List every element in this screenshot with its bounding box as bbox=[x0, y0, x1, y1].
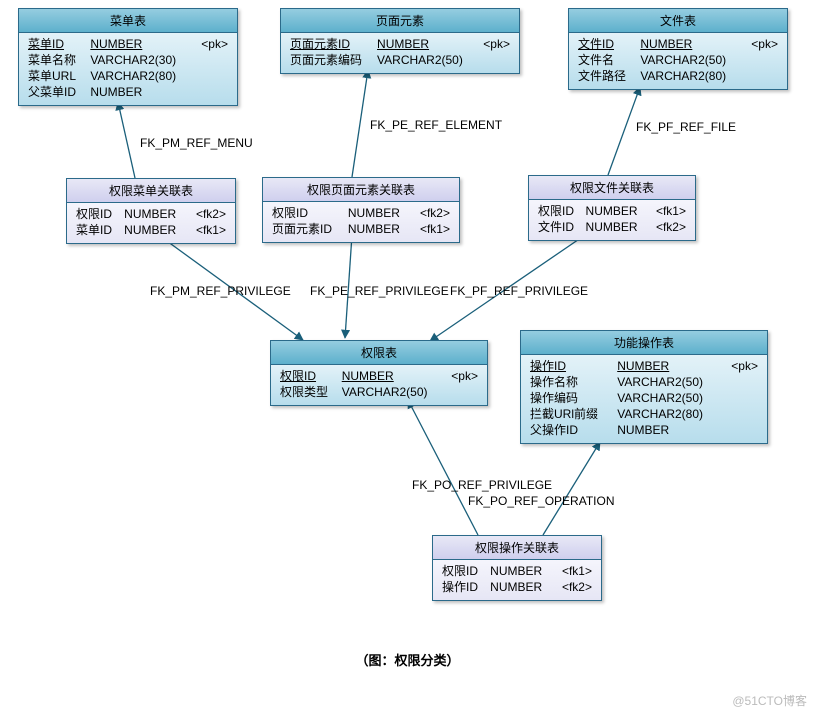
fk-label: FK_PO_REF_OPERATION bbox=[468, 494, 614, 508]
fk-label: FK_PO_REF_PRIVILEGE bbox=[412, 478, 552, 492]
fk-label: FK_PF_REF_PRIVILEGE bbox=[450, 284, 588, 298]
fk-label: FK_PE_REF_PRIVILEGE bbox=[310, 284, 449, 298]
entity-title: 权限菜单关联表 bbox=[67, 179, 235, 203]
entity-page-element: 页面元素 页面元素IDNUMBER<pk> 页面元素编码VARCHAR2(50) bbox=[280, 8, 520, 74]
entity-title: 权限操作关联表 bbox=[433, 536, 601, 560]
entity-priv-op-assoc: 权限操作关联表 权限IDNUMBER<fk1> 操作IDNUMBER<fk2> bbox=[432, 535, 602, 601]
watermark: @51CTO博客 bbox=[732, 692, 807, 709]
entity-priv-file-assoc: 权限文件关联表 权限IDNUMBER<fk1> 文件IDNUMBER<fk2> bbox=[528, 175, 696, 241]
entity-priv-menu-assoc: 权限菜单关联表 权限IDNUMBER<fk2> 菜单IDNUMBER<fk1> bbox=[66, 178, 236, 244]
entity-title: 权限页面元素关联表 bbox=[263, 178, 459, 202]
entity-file: 文件表 文件IDNUMBER<pk> 文件名VARCHAR2(50) 文件路径V… bbox=[568, 8, 788, 90]
entity-menu: 菜单表 菜单IDNUMBER<pk> 菜单名称VARCHAR2(30) 菜单UR… bbox=[18, 8, 238, 106]
fk-label: FK_PE_REF_ELEMENT bbox=[370, 118, 502, 132]
entity-title: 页面元素 bbox=[281, 9, 519, 33]
fk-label: FK_PM_REF_MENU bbox=[140, 136, 253, 150]
fk-label: FK_PF_REF_FILE bbox=[636, 120, 736, 134]
entity-title: 文件表 bbox=[569, 9, 787, 33]
fk-label: FK_PM_REF_PRIVILEGE bbox=[150, 284, 291, 298]
diagram-caption: （图：权限分类） bbox=[0, 650, 815, 669]
entity-priv-page-assoc: 权限页面元素关联表 权限IDNUMBER<fk2> 页面元素IDNUMBER<f… bbox=[262, 177, 460, 243]
entity-privilege: 权限表 权限IDNUMBER<pk> 权限类型VARCHAR2(50) bbox=[270, 340, 488, 406]
entity-operation: 功能操作表 操作IDNUMBER<pk> 操作名称VARCHAR2(50) 操作… bbox=[520, 330, 768, 444]
entity-title: 功能操作表 bbox=[521, 331, 767, 355]
entity-title: 权限文件关联表 bbox=[529, 176, 695, 200]
entity-title: 菜单表 bbox=[19, 9, 237, 33]
entity-title: 权限表 bbox=[271, 341, 487, 365]
